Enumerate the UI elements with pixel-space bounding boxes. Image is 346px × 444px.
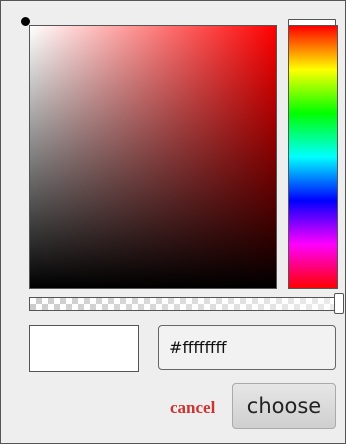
hue-slider[interactable] xyxy=(288,25,338,289)
alpha-slider-handle[interactable] xyxy=(334,293,344,314)
alpha-gradient xyxy=(30,298,337,310)
cancel-link[interactable]: cancel xyxy=(170,397,215,419)
saturation-brightness-area[interactable] xyxy=(29,25,277,289)
hex-color-input[interactable] xyxy=(158,325,336,370)
saturation-brightness-handle[interactable] xyxy=(21,17,30,26)
alpha-slider[interactable] xyxy=(29,297,338,311)
color-preview-swatch xyxy=(29,325,139,372)
color-picker-panel: cancel choose xyxy=(0,0,346,444)
choose-button[interactable]: choose xyxy=(232,383,336,429)
